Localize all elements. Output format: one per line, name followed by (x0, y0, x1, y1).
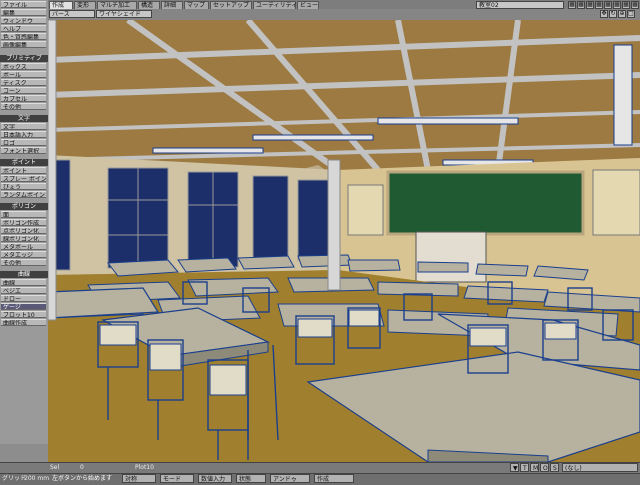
text-button[interactable]: 文字 (1, 123, 46, 130)
layer-t-button[interactable]: T (520, 463, 529, 472)
layer-toggle-button[interactable]: ▼ (510, 463, 519, 472)
left-toolbar: ファイル 編集 ウィンドウ ヘルプ 色・質感編集 画像編集 プリミティブ ボック… (0, 0, 49, 444)
font-select-button[interactable]: フォント選択 (1, 147, 46, 154)
grid-value: 200 mm (24, 475, 50, 482)
tab-modify[interactable]: 変形 (74, 1, 96, 9)
layer-icon[interactable]: ▦ (631, 1, 639, 9)
none-select[interactable]: (なし) (562, 463, 638, 472)
tab-view[interactable]: ビュー (297, 1, 319, 9)
line-polygon-button[interactable]: 線ポリゴン化 (1, 235, 46, 242)
layer-o-button[interactable]: O (540, 463, 549, 472)
box-button[interactable]: ボックス (1, 63, 46, 70)
help-menu-button[interactable]: ヘルプ (1, 25, 46, 32)
symmetry-button[interactable]: 対称 (122, 474, 156, 483)
polygon-header: ポリゴン (0, 203, 48, 210)
layer-icon[interactable]: ▦ (586, 1, 594, 9)
tab-construct[interactable]: 構造 (138, 1, 160, 9)
layer-m-button[interactable]: M (530, 463, 539, 472)
curve-header: 曲線 (0, 271, 48, 278)
rotate-view-icon[interactable]: ↻ (609, 10, 617, 18)
tab-map[interactable]: マップ (184, 1, 209, 9)
point-header: ポイント (0, 159, 48, 166)
color-edit-button[interactable]: 色・質感編集 (1, 33, 46, 40)
face-button[interactable]: 面 (1, 211, 46, 218)
ball-button[interactable]: ボール (1, 71, 46, 78)
primitive-other-button[interactable]: その他 (1, 103, 46, 110)
logo-button[interactable]: ロゴ (1, 139, 46, 146)
tab-create[interactable]: 作成 (49, 1, 73, 9)
layer-icon[interactable]: ▦ (595, 1, 603, 9)
bezier-button[interactable]: ベジエ (1, 287, 46, 294)
gauge-button[interactable]: ゲージ (1, 303, 46, 310)
primitive-header: プリミティブ (0, 55, 48, 62)
curve-button[interactable]: 曲線 (1, 279, 46, 286)
view-mode-select[interactable]: パース (49, 10, 95, 18)
spray-point-button[interactable]: スプレー ポイント (1, 175, 46, 182)
bottom-toolbar: グリッド 200 mm 左ボタンから始めます 対称 モード 数値入力 状態 アン… (0, 473, 640, 485)
image-edit-button[interactable]: 画像編集 (1, 41, 46, 48)
undo-button[interactable]: アンドゥ (270, 474, 310, 483)
zoom-view-icon[interactable]: ⊕ (618, 10, 626, 18)
file-menu-button[interactable]: ファイル (1, 1, 46, 8)
point-button[interactable]: ポイント (1, 167, 46, 174)
rivet-button[interactable]: びょう (1, 183, 46, 190)
make-curve-button[interactable]: 曲線作成 (1, 319, 46, 326)
text-header: 文字 (0, 115, 48, 122)
viewport-header: パース ワイヤシェイド ✥ ↻ ⊕ □ (48, 9, 640, 20)
japanese-input-button[interactable]: 日本語入力 (1, 131, 46, 138)
window-menu-button[interactable]: ウィンドウ (1, 17, 46, 24)
mode-button[interactable]: モード (160, 474, 194, 483)
tab-utility[interactable]: ユーティリティ (253, 1, 297, 9)
random-point-button[interactable]: ランダムポイント (1, 191, 46, 198)
layer-icon[interactable]: ▦ (622, 1, 630, 9)
sel-label: Sel (50, 464, 60, 471)
make-polygon-button[interactable]: ポリゴン作成 (1, 219, 46, 226)
create-button[interactable]: 作成 (314, 474, 354, 483)
tab-multiply[interactable]: マルチ加工 (97, 1, 137, 9)
classroom-render (48, 20, 640, 462)
layer-icon[interactable]: ▦ (568, 1, 576, 9)
shading-mode-select[interactable]: ワイヤシェイド (96, 10, 152, 18)
layer-icon[interactable]: ▦ (577, 1, 585, 9)
tab-detail[interactable]: 詳細 (161, 1, 183, 9)
layer-s-button[interactable]: S (550, 463, 559, 472)
scene-select[interactable]: 教室02 (476, 1, 564, 9)
grid-label: グリッド (2, 475, 27, 482)
metaball-button[interactable]: メタボール (1, 243, 46, 250)
plot-label: Plot10 (135, 464, 154, 471)
edit-menu-button[interactable]: 編集 (1, 9, 46, 16)
layer-icon[interactable]: ▦ (613, 1, 621, 9)
capsule-button[interactable]: カプセル (1, 95, 46, 102)
point-polygon-button[interactable]: 点ポリゴン化 (1, 227, 46, 234)
polygon-other-button[interactable]: その他 (1, 259, 46, 266)
3d-viewport[interactable] (48, 20, 640, 462)
state-button[interactable]: 状態 (236, 474, 266, 483)
draw-button[interactable]: ドロー (1, 295, 46, 302)
cone-button[interactable]: コーン (1, 87, 46, 94)
numeric-input-button[interactable]: 数値入力 (198, 474, 232, 483)
disc-button[interactable]: ディスク (1, 79, 46, 86)
sel-value: 0 (80, 464, 84, 471)
tab-setup[interactable]: セットアップ (210, 1, 252, 9)
plot10-button[interactable]: ブロット10 (1, 311, 46, 318)
maximize-view-icon[interactable]: □ (627, 10, 635, 18)
move-view-icon[interactable]: ✥ (600, 10, 608, 18)
hint-text: 左ボタンから始めます (52, 475, 113, 482)
metaedge-button[interactable]: メタエッジ (1, 251, 46, 258)
layer-icon[interactable]: ▦ (604, 1, 612, 9)
